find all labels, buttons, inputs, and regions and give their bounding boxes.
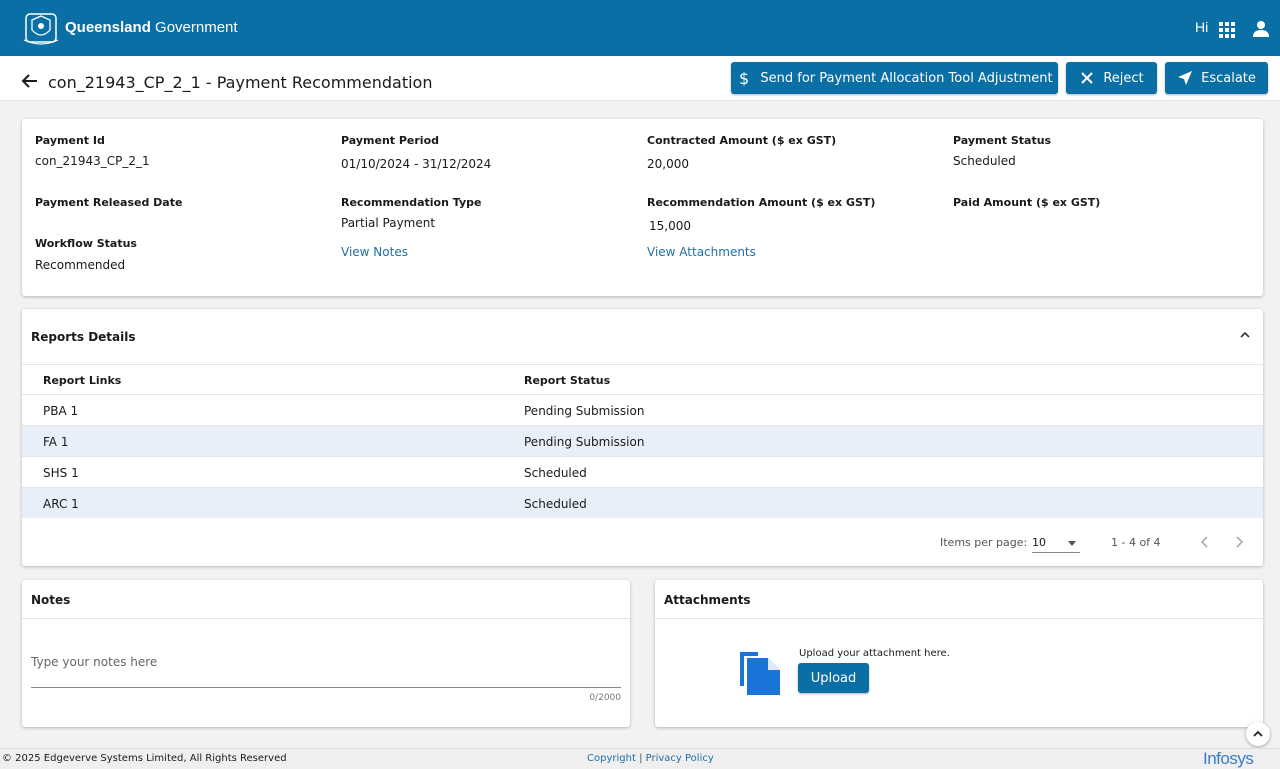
file-copy-icon bbox=[740, 652, 780, 695]
payment-id-value: con_21943_CP_2_1 bbox=[35, 154, 150, 168]
table-header-row: Report Links Report Status bbox=[22, 364, 1263, 394]
copyright-text: © 2025 Edgeverve Systems Limited, All Ri… bbox=[2, 753, 287, 764]
user-profile-icon[interactable] bbox=[1252, 20, 1270, 38]
payment-period-label: Payment Period bbox=[341, 134, 440, 147]
reports-details-card: Reports Details Report Links Report Stat… bbox=[22, 309, 1263, 566]
recommendation-amount-value: 15,000 bbox=[649, 219, 691, 233]
escalate-button[interactable]: Escalate bbox=[1165, 62, 1268, 94]
report-status-cell: Pending Submission bbox=[524, 404, 645, 418]
page-header: con_21943_CP_2_1 - Payment Recommendatio… bbox=[0, 56, 1280, 101]
view-attachments-link[interactable]: View Attachments bbox=[647, 245, 756, 259]
send-for-adjustment-button[interactable]: $ Send for Payment Allocation Tool Adjus… bbox=[731, 62, 1058, 94]
contracted-amount-field: Contracted Amount ($ ex GST) 20,000 bbox=[647, 134, 836, 171]
pagination-range: 1 - 4 of 4 bbox=[1111, 536, 1161, 549]
footer-links: Copyright | Privacy Policy bbox=[587, 753, 714, 764]
payment-status-label: Payment Status bbox=[953, 134, 1052, 147]
payment-status-field: Payment Status Scheduled bbox=[953, 134, 1051, 168]
svg-text:$: $ bbox=[739, 70, 749, 86]
recommendation-type-label: Recommendation Type bbox=[341, 196, 482, 209]
page-title: con_21943_CP_2_1 - Payment Recommendatio… bbox=[48, 73, 433, 92]
reports-details-title: Reports Details bbox=[31, 330, 136, 344]
column-header-report-links: Report Links bbox=[43, 374, 122, 387]
reject-label: Reject bbox=[1103, 70, 1144, 86]
upload-button[interactable]: Upload bbox=[798, 663, 869, 693]
apps-grid-icon[interactable] bbox=[1219, 22, 1235, 38]
dollar-icon: $ bbox=[739, 70, 749, 86]
items-per-page-label: Items per page: bbox=[940, 536, 1028, 549]
send-arrow-icon bbox=[1178, 71, 1193, 85]
released-date-field: Payment Released Date bbox=[35, 196, 182, 219]
upload-prompt: Upload your attachment here. bbox=[799, 648, 950, 659]
divider bbox=[22, 618, 630, 619]
recommendation-amount-label: Recommendation Amount ($ ex GST) bbox=[647, 196, 876, 209]
column-header-report-status: Report Status bbox=[524, 374, 611, 387]
caret-down-icon bbox=[1068, 541, 1076, 546]
payment-id-field: Payment Id con_21943_CP_2_1 bbox=[35, 134, 150, 168]
chevron-up-icon[interactable] bbox=[1238, 328, 1252, 342]
scroll-to-top-button[interactable] bbox=[1246, 722, 1270, 746]
contracted-amount-label: Contracted Amount ($ ex GST) bbox=[647, 134, 837, 147]
attachments-card: Attachments Upload your attachment here.… bbox=[655, 580, 1263, 727]
send-for-adjustment-label: Send for Payment Allocation Tool Adjustm… bbox=[760, 70, 1053, 86]
footer: © 2025 Edgeverve Systems Limited, All Ri… bbox=[0, 748, 1280, 769]
paid-amount-label: Paid Amount ($ ex GST) bbox=[953, 196, 1101, 209]
table-row[interactable]: ARC 1 Scheduled bbox=[22, 487, 1263, 518]
paid-amount-field: Paid Amount ($ ex GST) bbox=[953, 196, 1100, 219]
brand-name: Queensland Government bbox=[65, 19, 238, 36]
table-row[interactable]: FA 1 Pending Submission bbox=[22, 425, 1263, 456]
next-page-icon[interactable] bbox=[1232, 535, 1246, 549]
chevron-up-icon bbox=[1253, 730, 1263, 737]
divider bbox=[655, 618, 1263, 619]
top-bar: Queensland Government Hi bbox=[0, 0, 1280, 56]
infosys-nia-logo: Infosys NIA bbox=[1203, 749, 1254, 768]
footer-separator: | bbox=[639, 753, 643, 764]
report-link-cell[interactable]: SHS 1 bbox=[43, 466, 79, 480]
report-status-cell: Pending Submission bbox=[524, 435, 645, 449]
recommendation-amount-field: Recommendation Amount ($ ex GST) 15,000 bbox=[647, 196, 875, 233]
attachments-title: Attachments bbox=[664, 593, 751, 607]
view-notes-link[interactable]: View Notes bbox=[341, 245, 408, 259]
payment-status-value: Scheduled bbox=[953, 154, 1016, 168]
greeting: Hi bbox=[1195, 19, 1209, 35]
reports-table: Report Links Report Status PBA 1 Pending… bbox=[22, 364, 1263, 518]
escalate-label: Escalate bbox=[1201, 70, 1256, 86]
items-per-page-value: 10 bbox=[1032, 536, 1046, 549]
payment-id-label: Payment Id bbox=[35, 134, 105, 147]
previous-page-icon[interactable] bbox=[1198, 535, 1212, 549]
report-link-cell[interactable]: ARC 1 bbox=[43, 497, 79, 511]
payment-period-field: Payment Period 01/10/2024 - 31/12/2024 bbox=[341, 134, 491, 171]
copyright-link[interactable]: Copyright bbox=[587, 753, 636, 764]
workflow-status-link[interactable]: Recommended bbox=[35, 258, 137, 272]
contracted-amount-value: 20,000 bbox=[647, 157, 689, 171]
items-per-page-select[interactable]: 10 bbox=[1032, 533, 1080, 553]
recommendation-type-value: Partial Payment bbox=[341, 216, 436, 230]
recommendation-type-field: Recommendation Type Partial Payment bbox=[341, 196, 481, 230]
notes-textarea[interactable] bbox=[31, 650, 621, 688]
report-status-cell: Scheduled bbox=[524, 497, 587, 511]
queensland-crest-logo bbox=[23, 13, 59, 45]
report-status-cell: Scheduled bbox=[524, 466, 587, 480]
brand-bold: Queensland bbox=[65, 19, 151, 36]
report-link-cell[interactable]: FA 1 bbox=[43, 435, 68, 449]
workflow-status-label: Workflow Status bbox=[35, 237, 137, 250]
close-icon bbox=[1081, 72, 1094, 84]
workflow-status-field: Workflow Status Recommended bbox=[35, 237, 137, 272]
brand-light: Government bbox=[155, 19, 238, 36]
notes-character-count: 0/2000 bbox=[589, 693, 621, 703]
notes-card: Notes 0/2000 bbox=[22, 580, 630, 727]
notes-title: Notes bbox=[31, 593, 71, 607]
table-row[interactable]: SHS 1 Scheduled bbox=[22, 456, 1263, 487]
released-date-label: Payment Released Date bbox=[35, 196, 183, 209]
payment-info-card: Payment Id con_21943_CP_2_1 Payment Peri… bbox=[22, 119, 1263, 296]
reject-button[interactable]: Reject bbox=[1066, 62, 1157, 94]
table-row[interactable]: PBA 1 Pending Submission bbox=[22, 394, 1263, 425]
payment-period-value: 01/10/2024 - 31/12/2024 bbox=[341, 157, 492, 171]
back-arrow-icon[interactable] bbox=[20, 72, 38, 90]
report-link-cell[interactable]: PBA 1 bbox=[43, 404, 78, 418]
privacy-policy-link[interactable]: Privacy Policy bbox=[646, 753, 714, 764]
